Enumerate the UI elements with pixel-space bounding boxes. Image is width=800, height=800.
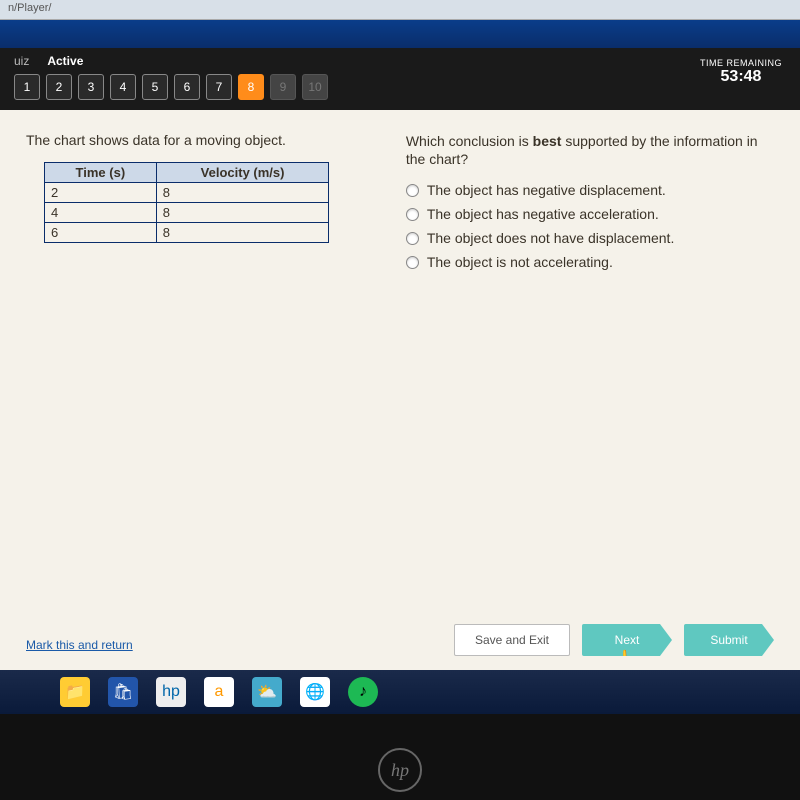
radio-icon[interactable] [406,184,419,197]
option-a[interactable]: The object has negative displacement. [406,182,774,198]
taskbar-hp-icon[interactable]: hp [156,677,186,707]
taskbar-store-icon[interactable]: 🛍 [108,677,138,707]
footer-buttons: Save and Exit Next 👆 Submit [26,614,774,656]
question-num-2[interactable]: 2 [46,74,72,100]
left-column: The chart shows data for a moving object… [26,132,366,614]
taskbar-folder-icon[interactable]: 📁 [60,677,90,707]
question-content: The chart shows data for a moving object… [0,110,800,670]
radio-icon[interactable] [406,256,419,269]
tab-quiz[interactable]: uiz [14,54,29,68]
question-num-3[interactable]: 3 [78,74,104,100]
question-number-list: 1 2 3 4 5 6 7 8 9 10 [0,74,800,100]
cursor-hand-icon: 👆 [616,650,638,671]
tab-active[interactable]: Active [47,54,83,68]
question-num-9: 9 [270,74,296,100]
option-label: The object is not accelerating. [427,254,613,270]
next-button[interactable]: Next 👆 [582,624,672,656]
option-c[interactable]: The object does not have displacement. [406,230,774,246]
radio-icon[interactable] [406,208,419,221]
mark-and-return-link[interactable]: Mark this and return [26,638,133,652]
laptop-bezel: hp [0,714,800,800]
url-fragment: n/Player/ [8,2,51,14]
submit-button[interactable]: Submit [684,624,774,656]
option-label: The object does not have displacement. [427,230,675,246]
taskbar-chrome-icon[interactable]: 🌐 [300,677,330,707]
question-text: Which conclusion is best supported by th… [406,132,774,168]
col-header-time: Time (s) [45,163,157,183]
table-row: 4 8 [45,203,329,223]
data-table: Time (s) Velocity (m/s) 2 8 4 8 6 8 [44,162,329,243]
question-num-4[interactable]: 4 [110,74,136,100]
table-row: 2 8 [45,183,329,203]
taskbar-weather-icon[interactable]: ⛅ [252,677,282,707]
option-b[interactable]: The object has negative acceleration. [406,206,774,222]
timer: TIME REMAINING 53:48 [700,58,782,86]
taskbar-amazon-icon[interactable]: a [204,677,234,707]
question-num-7[interactable]: 7 [206,74,232,100]
col-header-velocity: Velocity (m/s) [156,163,329,183]
question-num-1[interactable]: 1 [14,74,40,100]
option-label: The object has negative displacement. [427,182,666,198]
save-and-exit-button[interactable]: Save and Exit [454,624,570,656]
chart-prompt: The chart shows data for a moving object… [26,132,366,148]
taskbar-spotify-icon[interactable]: ♪ [348,677,378,707]
timer-label: TIME REMAINING [700,58,782,68]
hp-logo: hp [378,748,422,792]
radio-icon[interactable] [406,232,419,245]
quiz-nav-bar: uiz Active 1 2 3 4 5 6 7 8 9 10 TIME REM… [0,48,800,110]
option-label: The object has negative acceleration. [427,206,659,222]
windows-taskbar[interactable]: 📁 🛍 hp a ⛅ 🌐 ♪ [0,670,800,714]
question-num-5[interactable]: 5 [142,74,168,100]
question-num-6[interactable]: 6 [174,74,200,100]
answer-options: The object has negative displacement. Th… [406,182,774,270]
right-column: Which conclusion is best supported by th… [406,132,774,614]
timer-value: 53:48 [700,68,782,86]
table-row: 6 8 [45,223,329,243]
question-num-8[interactable]: 8 [238,74,264,100]
browser-address-bar[interactable]: n/Player/ [0,0,800,20]
option-d[interactable]: The object is not accelerating. [406,254,774,270]
app-header-strip [0,20,800,48]
question-num-10: 10 [302,74,328,100]
